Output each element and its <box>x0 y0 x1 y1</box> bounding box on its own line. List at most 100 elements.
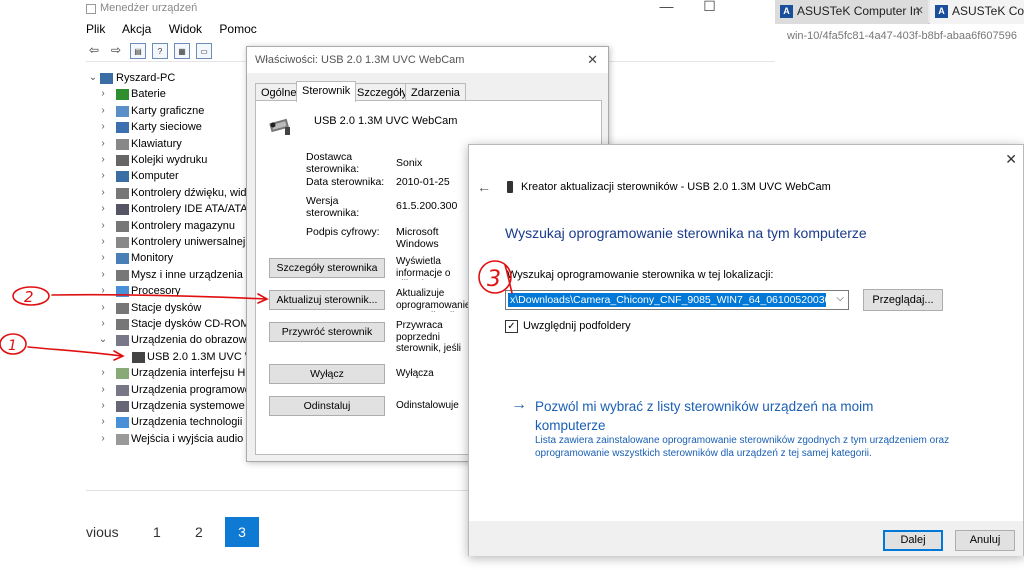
tree-item-label: Kolejki wydruku <box>131 154 208 166</box>
computer-icon <box>100 73 113 84</box>
chevron-down-icon[interactable]: ⌄ <box>88 70 98 86</box>
previous-page-link[interactable]: vious <box>86 517 119 547</box>
uninstall-device-button[interactable]: Odinstaluj <box>269 396 385 416</box>
chevron-right-icon[interactable]: › <box>98 86 108 102</box>
chevron-right-icon[interactable]: › <box>98 382 108 398</box>
pick-from-list-link[interactable]: Pozwól mi wybrać z listy sterowników urz… <box>535 397 915 435</box>
back-arrow-icon[interactable]: ⇦ <box>86 42 102 58</box>
tree-category[interactable]: › Urządzenia systemowe <box>86 398 256 414</box>
tree-category[interactable]: › Wejścia i wyjścia audio <box>86 431 256 447</box>
tree-category[interactable]: › Kontrolery uniwersalnej <box>86 234 256 250</box>
tree-category[interactable]: › Monitory <box>86 250 256 266</box>
window-controls: — ☐ <box>645 0 775 18</box>
tree-category[interactable]: › Baterie <box>86 86 256 102</box>
chevron-right-icon[interactable]: › <box>98 300 108 316</box>
tab-details[interactable]: Szczegóły <box>351 83 414 101</box>
tree-category[interactable]: › Komputer <box>86 168 256 184</box>
menu-help[interactable]: Pomoc <box>219 22 256 36</box>
chevron-right-icon[interactable]: › <box>98 267 108 283</box>
browse-button[interactable]: Przeglądaj... <box>863 289 943 311</box>
tree-item-label: Urządzenia interfejsu HI <box>131 367 249 380</box>
include-subfolders-checkbox[interactable]: ✓ <box>505 320 518 333</box>
tree-category[interactable]: › Procesory <box>86 283 256 299</box>
tree-category[interactable]: › Karty sieciowe <box>86 119 256 135</box>
close-icon[interactable]: ✕ <box>587 52 598 68</box>
include-subfolders-label[interactable]: Uwzględnij podfoldery <box>523 320 631 332</box>
menu-view[interactable]: Widok <box>169 22 202 36</box>
chevron-right-icon[interactable]: › <box>98 414 108 430</box>
arrow-right-icon[interactable]: → <box>511 396 527 414</box>
menu-action[interactable]: Akcja <box>122 22 151 36</box>
chevron-down-icon[interactable]: ⌵ <box>836 293 844 304</box>
chevron-right-icon[interactable]: › <box>98 365 108 381</box>
tree-category[interactable]: › Kontrolery IDE ATA/ATA <box>86 201 256 217</box>
browser-tab[interactable]: A ASUSTeK Comp <box>930 0 1024 24</box>
tab-events[interactable]: Zdarzenia <box>405 83 466 101</box>
close-tab-icon[interactable]: ✕ <box>915 4 924 17</box>
driver-path-value[interactable]: x\Downloads\Camera_Chicony_CNF_9085_WIN7… <box>508 293 826 307</box>
properties-icon[interactable]: ▤ <box>130 43 146 59</box>
browser-tab[interactable]: A ASUSTeK Computer In ✕ <box>775 0 928 24</box>
chevron-right-icon[interactable]: › <box>98 431 108 447</box>
tree-category[interactable]: › Karty graficzne <box>86 103 256 119</box>
chevron-right-icon[interactable]: › <box>98 152 108 168</box>
driver-details-button[interactable]: Szczegóły sterownika <box>269 258 385 278</box>
tree-category[interactable]: › Kontrolery magazynu <box>86 218 256 234</box>
tree-category[interactable]: › Stacje dysków CD-ROM <box>86 316 256 332</box>
chevron-right-icon[interactable]: › <box>98 250 108 266</box>
field-value: 2010-01-25 <box>396 176 450 188</box>
address-bar[interactable]: win-10/4fa5fc81-4a47-403f-b8bf-abaa6f607… <box>775 24 1024 48</box>
update-driver-button[interactable]: Aktualizuj sterownik... <box>269 290 385 310</box>
chevron-right-icon[interactable]: › <box>98 234 108 250</box>
page-3-link[interactable]: 3 <box>225 517 259 547</box>
tree-root[interactable]: ⌄ Ryszard-PC <box>86 70 256 86</box>
device-category-icon <box>116 204 129 216</box>
tree-category[interactable]: › Urządzenia technologii p <box>86 414 256 430</box>
next-button[interactable]: Dalej <box>883 530 943 551</box>
close-icon[interactable]: ✕ <box>1005 151 1017 168</box>
disable-device-button[interactable]: Wyłącz <box>269 364 385 384</box>
tree-root-label: Ryszard-PC <box>116 72 176 84</box>
chevron-right-icon[interactable]: › <box>98 103 108 119</box>
driver-path-combobox[interactable]: x\Downloads\Camera_Chicony_CNF_9085_WIN7… <box>505 290 849 310</box>
tree-item-webcam[interactable]: USB 2.0 1.3M UVC W <box>86 349 256 365</box>
help-icon[interactable]: ? <box>152 43 168 59</box>
tree-category[interactable]: › Klawiatury <box>86 136 256 152</box>
rollback-driver-button[interactable]: Przywróć sterownik <box>269 322 385 342</box>
field-key: Dostawca sterownika: <box>306 151 360 175</box>
device-category-icon <box>116 253 129 265</box>
tree-category[interactable]: › Kontrolery dźwięku, wid <box>86 185 256 201</box>
device-name: USB 2.0 1.3M UVC WebCam <box>314 115 458 127</box>
tab-driver[interactable]: Sterownik <box>296 81 357 102</box>
forward-arrow-icon[interactable]: ⇨ <box>108 42 124 58</box>
annotation-mark-2: 2 <box>24 288 34 306</box>
chevron-down-icon[interactable]: ⌄ <box>98 332 108 348</box>
tree-item-label: USB 2.0 1.3M UVC W <box>147 350 256 363</box>
cancel-button[interactable]: Anuluj <box>955 530 1015 551</box>
chevron-right-icon[interactable]: › <box>98 201 108 217</box>
maximize-icon[interactable]: ☐ <box>688 0 731 15</box>
minimize-icon[interactable]: — <box>645 0 688 14</box>
tree-category[interactable]: › Stacje dysków <box>86 300 256 316</box>
tree-category[interactable]: › Kolejki wydruku <box>86 152 256 168</box>
tree-item-label: Baterie <box>131 88 166 101</box>
monitor-icon[interactable]: ▭ <box>196 43 212 59</box>
view-icon[interactable]: ▦ <box>174 43 190 59</box>
chevron-right-icon[interactable]: › <box>98 119 108 135</box>
menu-file[interactable]: Plik <box>86 22 105 36</box>
tree-category[interactable]: › Mysz i inne urządzenia w <box>86 267 256 283</box>
back-arrow-icon[interactable]: ← <box>477 179 491 195</box>
chevron-right-icon[interactable]: › <box>98 185 108 201</box>
chevron-right-icon[interactable]: › <box>98 398 108 414</box>
device-category-icon <box>116 122 129 134</box>
tree-category[interactable]: › Urządzenia interfejsu HI <box>86 365 256 381</box>
chevron-right-icon[interactable]: › <box>98 136 108 152</box>
chevron-right-icon[interactable]: › <box>98 283 108 299</box>
page-1-link[interactable]: 1 <box>153 517 161 547</box>
chevron-right-icon[interactable]: › <box>98 316 108 332</box>
page-2-link[interactable]: 2 <box>195 517 203 547</box>
chevron-right-icon[interactable]: › <box>98 218 108 234</box>
tree-category[interactable]: ⌄ Urządzenia do obrazowa <box>86 332 256 348</box>
tree-category[interactable]: › Urządzenia programowe <box>86 382 256 398</box>
chevron-right-icon[interactable]: › <box>98 168 108 184</box>
